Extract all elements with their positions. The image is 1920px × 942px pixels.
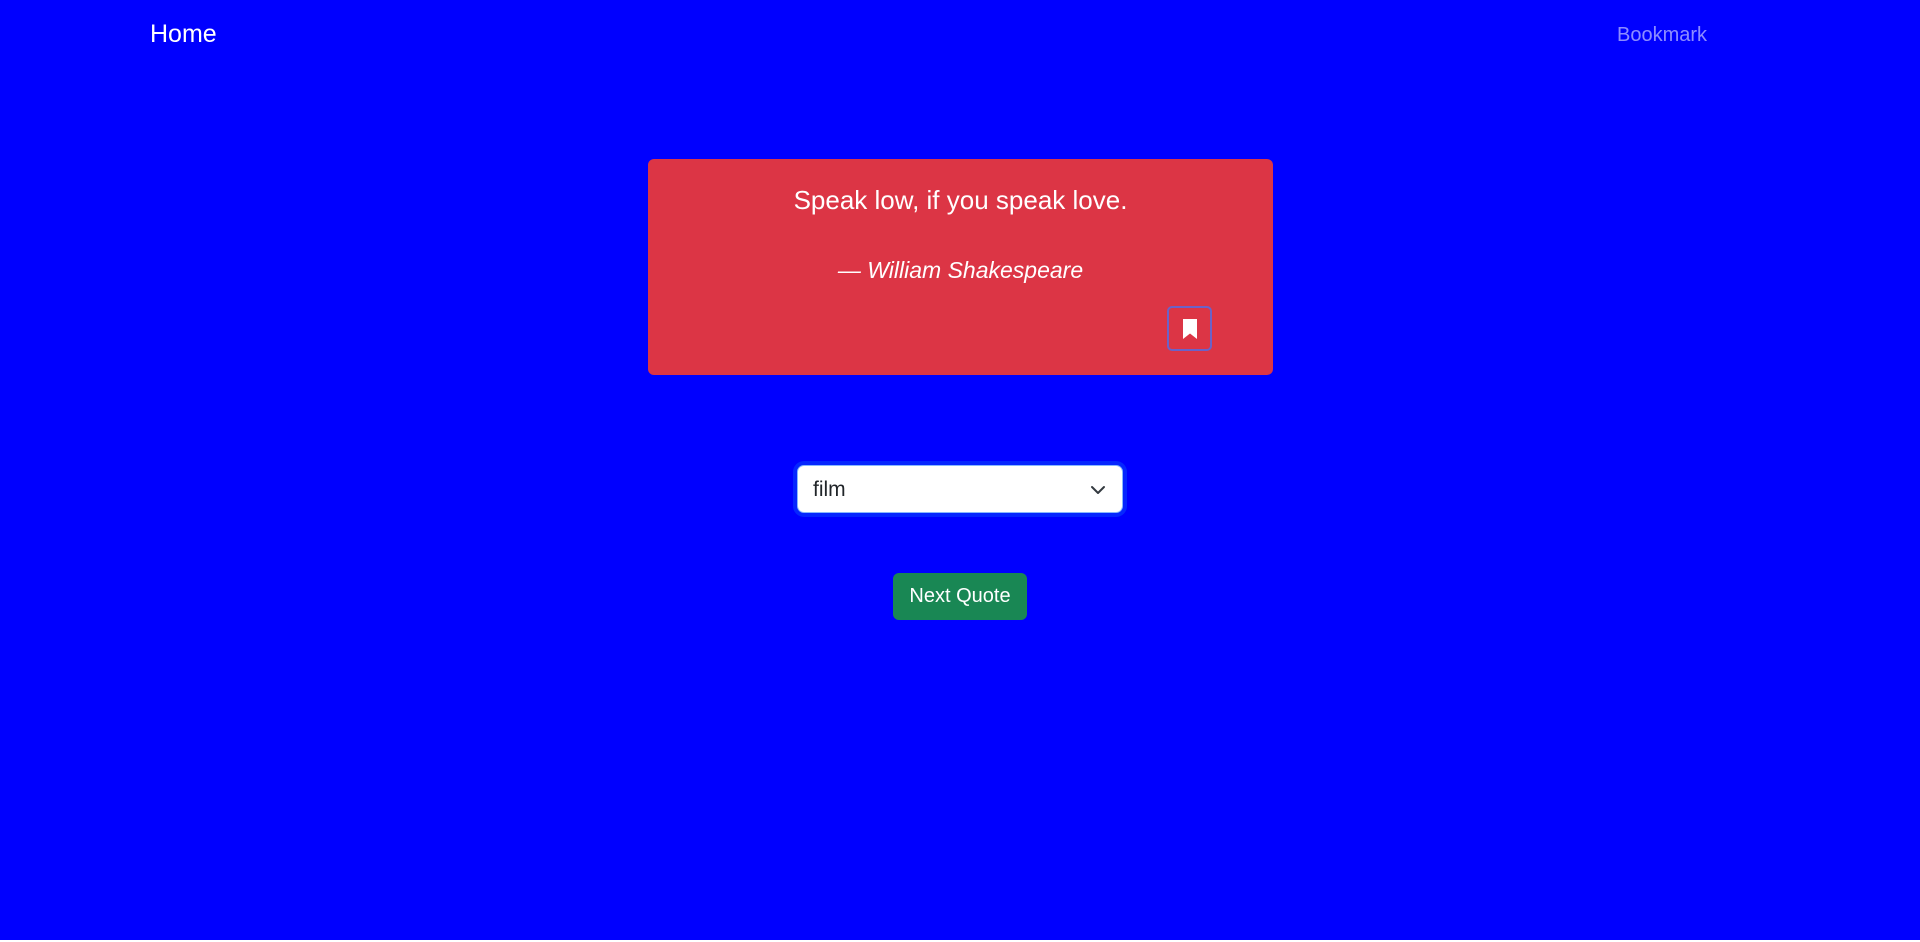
nav-bookmark-link[interactable]: Bookmark bbox=[1617, 24, 1707, 47]
quote-text: Speak low, if you speak love. bbox=[793, 185, 1128, 215]
nav-home-link[interactable]: Home bbox=[150, 20, 217, 49]
bookmark-icon bbox=[1182, 318, 1198, 339]
category-select[interactable]: film bbox=[797, 465, 1123, 513]
quote-card: Speak low, if you speak love. — William … bbox=[648, 159, 1273, 375]
quote-author: — William Shakespeare bbox=[837, 257, 1084, 283]
bookmark-button[interactable] bbox=[1167, 306, 1212, 351]
next-quote-button[interactable]: Next Quote bbox=[893, 573, 1027, 620]
chevron-down-icon bbox=[1090, 482, 1106, 503]
app-background: Home Bookmark Speak low, if you speak lo… bbox=[0, 0, 1920, 940]
navbar: Home Bookmark bbox=[0, 0, 1920, 72]
category-select-value: film bbox=[813, 478, 846, 501]
